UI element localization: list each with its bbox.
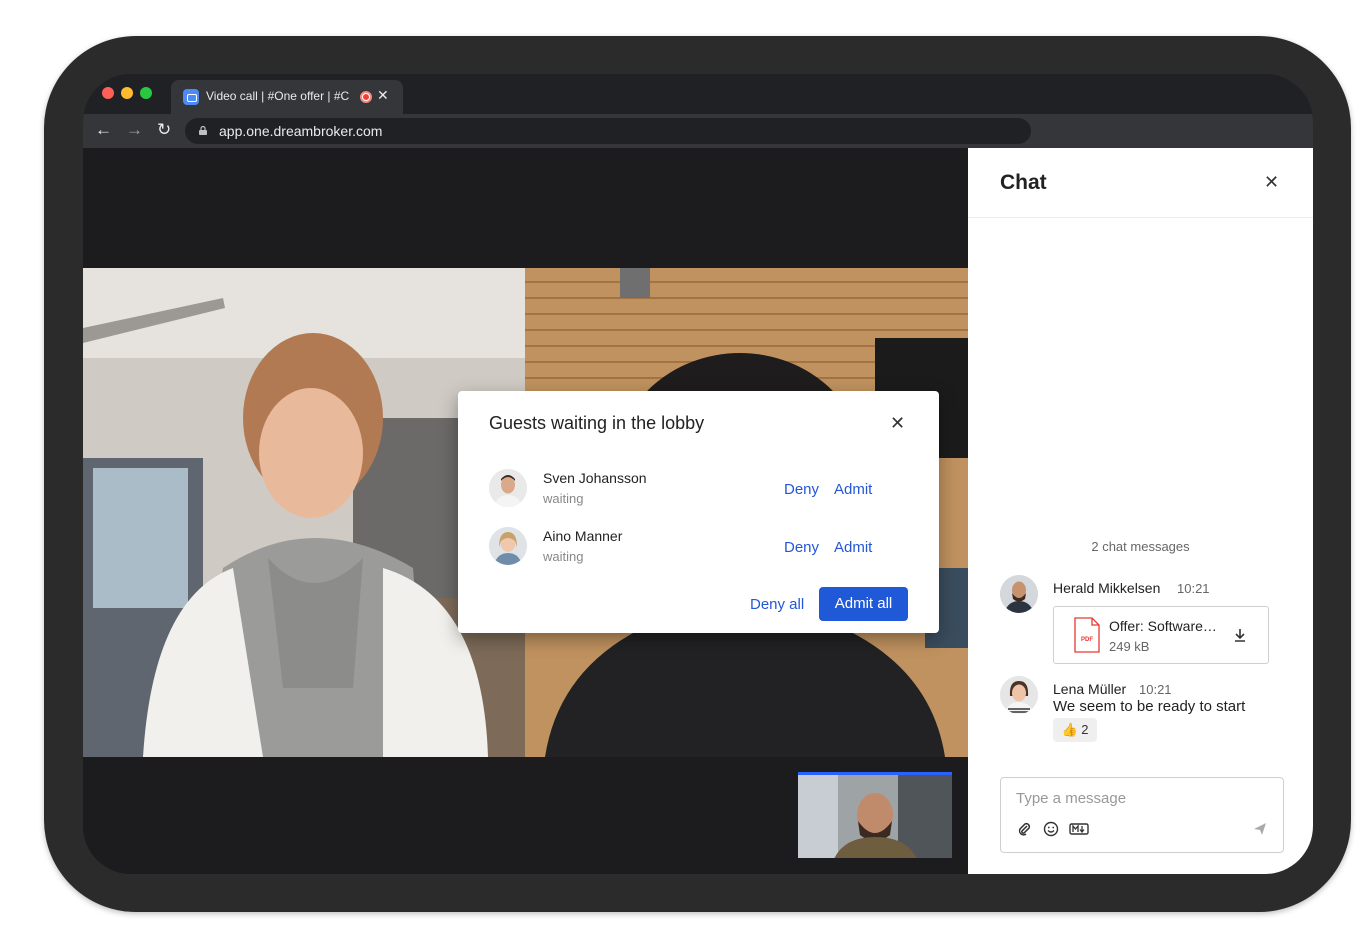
- tab-close-icon[interactable]: ✕: [377, 87, 389, 104]
- message-input[interactable]: [1016, 790, 1266, 807]
- message-text: We seem to be ready to start: [1053, 698, 1246, 715]
- minimize-window-button[interactable]: [121, 87, 133, 99]
- maximize-window-button[interactable]: [140, 87, 152, 99]
- lena-avatar-image: [1000, 676, 1038, 714]
- video-grid: Guests waiting in the lobby ✕ Sven Johan…: [83, 148, 968, 874]
- tab-title: Video call | #One offer | #C: [206, 89, 350, 103]
- admit-button[interactable]: Admit: [834, 481, 872, 498]
- guest-avatar-image: [489, 469, 527, 507]
- guest-status: waiting: [543, 549, 584, 564]
- attachment-icon[interactable]: [1016, 821, 1032, 837]
- screen: Video call | #One offer | #C ✕ ← → ↻ app…: [83, 74, 1313, 874]
- browser-tab[interactable]: Video call | #One offer | #C ✕: [171, 80, 403, 114]
- reaction-badge[interactable]: 👍 2: [1053, 718, 1097, 742]
- admit-all-button[interactable]: Admit all: [819, 587, 908, 621]
- forward-arrow-icon[interactable]: →: [126, 121, 143, 139]
- file-attachment[interactable]: PDF Offer: Software… 249 kB: [1053, 606, 1269, 664]
- recording-indicator-icon: [360, 91, 372, 103]
- close-icon[interactable]: ✕: [890, 413, 905, 434]
- pdf-type-label: PDF: [1081, 637, 1093, 643]
- chat-panel: Chat ✕ 2 chat messages Herald Mikkelsen …: [968, 148, 1313, 874]
- avatar: [1000, 676, 1038, 714]
- message-author: Herald Mikkelsen: [1053, 580, 1161, 596]
- herald-avatar-image: [1000, 575, 1038, 613]
- lobby-dialog: Guests waiting in the lobby ✕ Sven Johan…: [458, 391, 939, 633]
- lobby-guest-row: Sven Johansson waiting Deny Admit: [489, 469, 909, 509]
- url-text: app.one.dreambroker.com: [219, 123, 383, 139]
- markdown-icon[interactable]: [1069, 821, 1089, 837]
- download-icon[interactable]: [1232, 627, 1248, 643]
- chat-header: Chat ✕: [968, 148, 1313, 218]
- close-chat-icon[interactable]: ✕: [1264, 172, 1279, 193]
- send-icon[interactable]: [1252, 821, 1268, 837]
- close-window-button[interactable]: [102, 87, 114, 99]
- deny-all-button[interactable]: Deny all: [750, 596, 804, 613]
- guest-name: Aino Manner: [543, 528, 623, 544]
- guest-name: Sven Johansson: [543, 470, 647, 486]
- message-composer: [1000, 777, 1284, 853]
- guest-avatar-image: [489, 527, 527, 565]
- emoji-icon[interactable]: [1043, 821, 1059, 837]
- lobby-dialog-title: Guests waiting in the lobby: [489, 413, 705, 433]
- avatar: [489, 469, 527, 507]
- browser-toolbar: ← → ↻ app.one.dreambroker.com: [83, 114, 1313, 148]
- chat-title: Chat: [1000, 171, 1047, 194]
- guest-status: waiting: [543, 491, 584, 506]
- address-bar[interactable]: app.one.dreambroker.com: [185, 118, 1031, 144]
- chat-message-count: 2 chat messages: [1091, 539, 1190, 554]
- file-name: Offer: Software…: [1109, 618, 1217, 634]
- deny-button[interactable]: Deny: [784, 539, 819, 556]
- file-size: 249 kB: [1109, 639, 1150, 654]
- avatar: [489, 527, 527, 565]
- deny-button[interactable]: Deny: [784, 481, 819, 498]
- avatar: [1000, 575, 1038, 613]
- admit-button[interactable]: Admit: [834, 539, 872, 556]
- message-author: Lena Müller: [1053, 681, 1127, 697]
- self-view-video: [798, 772, 952, 858]
- video-call-favicon-icon: [183, 89, 199, 105]
- lobby-guest-row: Aino Manner waiting Deny Admit: [489, 527, 909, 567]
- self-view-frame: [798, 775, 952, 858]
- message-time: 10:21: [1139, 682, 1172, 697]
- lock-icon: [199, 126, 207, 135]
- back-arrow-icon[interactable]: ←: [95, 121, 112, 139]
- message-time: 10:21: [1177, 581, 1210, 596]
- pdf-file-icon: PDF: [1074, 617, 1100, 653]
- browser-tab-bar: Video call | #One offer | #C ✕: [83, 74, 1313, 114]
- reload-icon[interactable]: ↻: [157, 121, 171, 139]
